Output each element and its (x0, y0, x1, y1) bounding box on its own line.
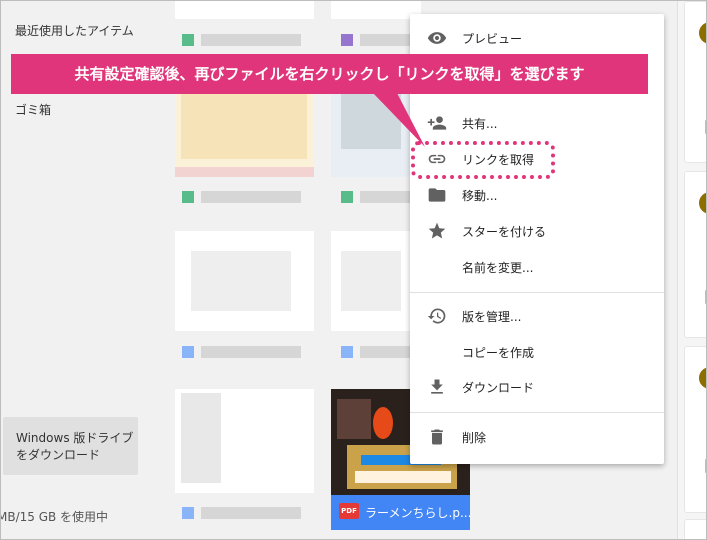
file-tile-thumbnail[interactable] (175, 389, 314, 493)
doc-icon (341, 346, 353, 358)
menu-divider (410, 412, 664, 413)
menu-item-rename[interactable]: 名前を変更... (410, 252, 664, 282)
download-icon (431, 379, 443, 394)
thumbnail-blur (181, 393, 221, 483)
thumbnail-blur (341, 251, 401, 311)
activity-card (684, 519, 706, 539)
sheet-icon (341, 191, 353, 203)
menu-item-delete[interactable]: 削除 (410, 422, 664, 452)
folder-icon (428, 188, 446, 202)
menu-item-manage-versions[interactable]: 版を管理... (410, 301, 664, 331)
file-tile-thumbnail[interactable] (331, 231, 411, 331)
menu-item-star[interactable]: スターを付ける (410, 216, 664, 246)
activity-card (684, 171, 706, 338)
history-icon (427, 308, 446, 324)
menu-item-label: 版を管理... (462, 310, 522, 324)
thumbnail-blur (175, 167, 314, 177)
windows-download-button[interactable]: Windows 版ドライブをダウンロード (3, 417, 138, 475)
trash-icon (431, 429, 443, 445)
menu-item-make-copy[interactable]: コピーを作成 (410, 337, 664, 367)
drive-window: 最近使用したアイテム ゴミ箱 Windows 版ドライブをダウンロード MB/1… (0, 0, 707, 540)
menu-item-move[interactable]: 移動... (410, 180, 664, 210)
file-name-blurred (201, 346, 301, 358)
pdf-icon: PDF (339, 503, 359, 519)
menu-item-label: 削除 (462, 431, 487, 445)
instruction-banner: 共有設定確認後、再びファイルを右クリックし「リンクを取得」を選びます (11, 54, 648, 94)
file-tile-thumbnail[interactable] (175, 231, 314, 331)
menu-divider (410, 292, 664, 293)
menu-item-label: 名前を変更... (462, 261, 534, 275)
avatar (699, 367, 706, 389)
file-name-blurred (360, 346, 410, 358)
menu-item-label: コピーを作成 (462, 346, 535, 360)
menu-item-label: ダウンロード (462, 381, 535, 395)
menu-item-label: スターを付ける (462, 225, 547, 239)
file-name-blurred (201, 507, 301, 519)
windows-download-label: Windows 版ドライブをダウンロード (16, 431, 134, 462)
selected-file-caption[interactable]: PDF ラーメンちらし.p... (331, 495, 472, 530)
doc-icon (182, 507, 194, 519)
activity-card (684, 346, 706, 513)
star-icon (428, 222, 446, 239)
menu-item-download[interactable]: ダウンロード (410, 372, 664, 402)
doc-icon (182, 346, 194, 358)
file-name-blurred (360, 191, 410, 203)
storage-usage: MB/15 GB を使用中 (0, 510, 109, 524)
menu-item-label: 移動... (462, 189, 498, 203)
thumbnail-blur (191, 251, 291, 311)
sheet-icon (182, 191, 194, 203)
file-name-blurred (201, 191, 301, 203)
file-name: ラーメンちらし.p... (365, 506, 472, 520)
avatar (699, 192, 706, 214)
instruction-text: 共有設定確認後、再びファイルを右クリックし「リンクを取得」を選びます (74, 65, 585, 83)
